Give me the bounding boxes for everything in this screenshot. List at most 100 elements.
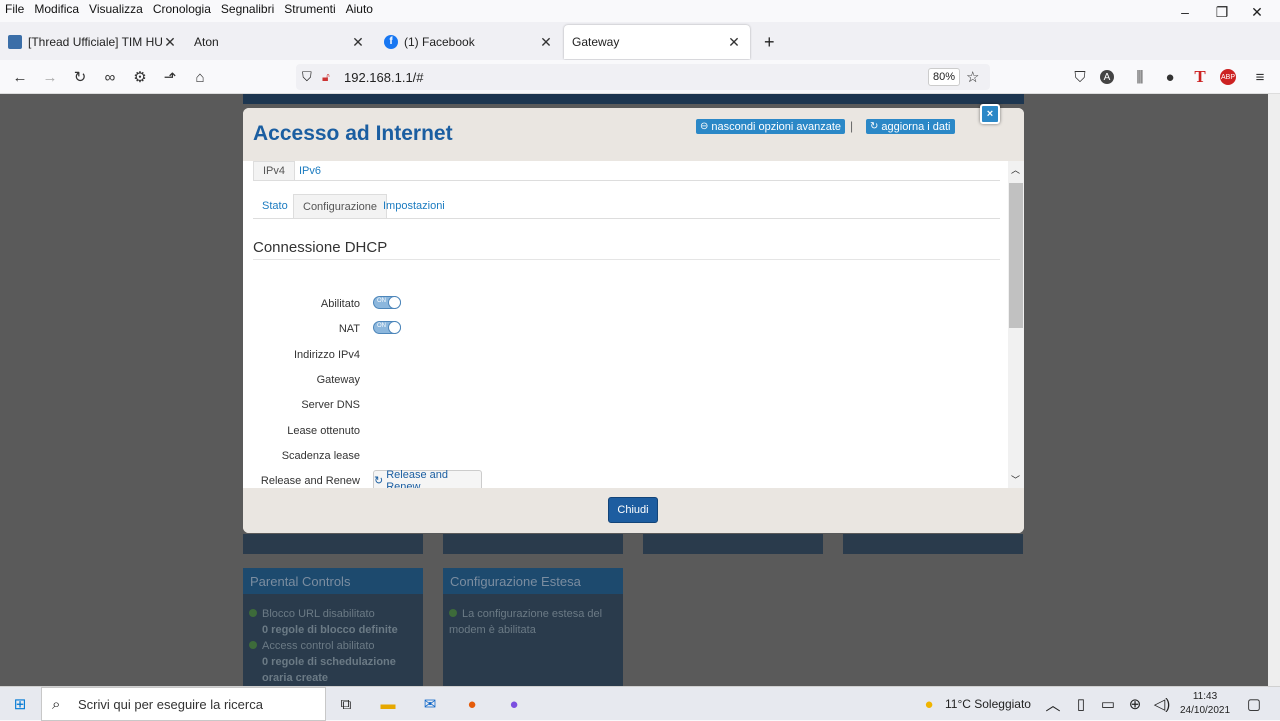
page-scrollbar[interactable] <box>1268 94 1280 686</box>
tab-title: [Thread Ufficiale] TIM HUB (DGA <box>28 35 162 49</box>
close-modal-button[interactable]: Chiudi <box>608 497 658 523</box>
file-explorer-icon[interactable]: ▬ <box>377 693 399 715</box>
tile-stub <box>843 534 1023 554</box>
url-bar[interactable]: ⛉ 🔓︎ 192.168.1.1/# 80% ☆ <box>296 64 990 90</box>
url-text[interactable]: 192.168.1.1/# <box>344 70 424 85</box>
insecure-lock-icon[interactable]: 🔓︎ <box>322 70 330 85</box>
home-icon[interactable]: ⌂ <box>190 67 210 87</box>
refresh-icon: ↻ <box>870 121 879 132</box>
notification-icon[interactable]: ▢ <box>1243 693 1265 715</box>
menu-strumenti[interactable]: Strumenti <box>279 2 340 16</box>
extension-icon[interactable]: ⬏ <box>160 67 180 87</box>
battery-icon[interactable]: ▭ <box>1097 693 1119 715</box>
separator: | <box>850 119 854 133</box>
hide-advanced-label: nascondi opzioni avanzate <box>711 120 842 133</box>
menu-bar: File Modifica Visualizza Cronologia Segn… <box>0 0 1280 18</box>
menu-visualizza[interactable]: Visualizza <box>84 2 148 16</box>
navigation-bar: ← → ↻ ∞ ⚙ ⬏ ⌂ ⛉ 🔓︎ 192.168.1.1/# 80% ☆ ⛉… <box>0 60 1280 94</box>
bookmark-star-icon[interactable]: ☆ <box>966 68 979 86</box>
search-icon: ⌕ <box>52 695 61 713</box>
zoom-indicator[interactable]: 80% <box>928 68 961 86</box>
tile-title: Parental Controls <box>243 568 423 594</box>
close-icon[interactable]: ✕ <box>726 34 742 51</box>
t-extension-icon[interactable]: T <box>1190 67 1210 87</box>
taskbar-search[interactable]: ⌕ Scrivi qui per eseguire la ricerca <box>41 687 326 721</box>
network-icon[interactable]: ⊕ <box>1124 693 1146 715</box>
chevron-up-icon[interactable]: ︿ <box>1042 693 1064 715</box>
menu-segnalibri[interactable]: Segnalibri <box>216 2 279 16</box>
task-view-icon[interactable]: ⧉ <box>335 693 357 715</box>
tab-aton[interactable]: Aton ✕ <box>186 25 374 59</box>
tab-stato[interactable]: Stato <box>253 194 297 218</box>
tab-ipv6[interactable]: IPv6 <box>290 161 330 180</box>
shield-icon[interactable]: ⛉ <box>302 69 312 85</box>
menu-aiuto[interactable]: Aiuto <box>341 2 378 16</box>
menu-cronologia[interactable]: Cronologia <box>148 2 216 16</box>
refresh-button[interactable]: ↻ aggiorna i dati <box>866 119 955 134</box>
new-tab-button[interactable]: + <box>756 25 780 59</box>
tab-ipv4[interactable]: IPv4 <box>253 161 296 180</box>
field-label-nat: NAT <box>338 323 360 335</box>
library-icon[interactable]: ⫼ <box>1130 67 1150 87</box>
scrollbar-thumb[interactable] <box>1009 183 1023 328</box>
device-icon[interactable]: ▯ <box>1070 693 1092 715</box>
tab-configurazione[interactable]: Configurazione <box>293 194 387 218</box>
scroll-up-icon[interactable]: ︿ <box>1011 163 1020 176</box>
windows-taskbar: ⊞ ⌕ Scrivi qui per eseguire la ricerca ⧉… <box>0 686 1280 721</box>
close-window-button[interactable]: ✕ <box>1234 0 1280 24</box>
menu-icon[interactable]: ≡ <box>1250 67 1270 87</box>
modal-close-icon[interactable]: × <box>980 104 1000 124</box>
field-label-ipv4: Indirizzo IPv4 <box>293 349 360 361</box>
clock[interactable]: 11:43 24/10/2021 <box>1180 690 1230 718</box>
mail-icon[interactable]: ✉ <box>419 693 441 715</box>
field-label-lease-obtained: Lease ottenuto <box>287 425 360 437</box>
sub-tabs: Stato Configurazione Impostazioni <box>253 194 1000 219</box>
weather-text[interactable]: 11°C Soleggiato <box>945 697 1031 711</box>
tile-body: La configurazione estesa del modem è abi… <box>449 606 617 638</box>
field-label-release-renew: Release and Renew <box>260 475 360 487</box>
forward-icon[interactable]: → <box>40 67 60 87</box>
nat-toggle[interactable]: ON <box>373 321 401 334</box>
scroll-down-icon[interactable]: ﹀ <box>1011 473 1020 486</box>
tile-stub <box>643 534 823 554</box>
mask-icon[interactable]: ∞ <box>100 67 120 87</box>
adblock-icon[interactable]: ABP <box>1220 69 1236 85</box>
windows-start-icon[interactable]: ⊞ <box>9 693 31 715</box>
tab-impostazioni[interactable]: Impostazioni <box>374 194 454 218</box>
tile-title: Configurazione Estesa <box>443 568 623 594</box>
tab-gateway[interactable]: Gateway ✕ <box>564 25 750 59</box>
tile-configurazione-estesa[interactable]: Configurazione Estesa La configurazione … <box>443 568 623 686</box>
search-placeholder: Scrivi qui per eseguire la ricerca <box>78 696 263 712</box>
back-icon[interactable]: ← <box>10 67 30 87</box>
menu-modifica[interactable]: Modifica <box>29 2 84 16</box>
tab-title: (1) Facebook <box>404 35 475 49</box>
tile-parental-controls[interactable]: Parental Controls Blocco URL disabilitat… <box>243 568 423 686</box>
settings-icon[interactable]: ⚙ <box>130 67 150 87</box>
tile-line: Blocco URL disabilitato <box>262 608 375 620</box>
release-renew-button[interactable]: ↻ Release and Renew <box>373 469 482 488</box>
close-icon[interactable]: ✕ <box>350 34 366 51</box>
clock-time: 11:43 <box>1192 691 1218 702</box>
synced-tabs-icon[interactable]: ● <box>1160 67 1180 87</box>
section-divider <box>253 259 1000 260</box>
firefox-icon[interactable]: ● <box>461 693 483 715</box>
reload-icon[interactable]: ↻ <box>70 67 90 87</box>
pocket-icon[interactable]: ⛉ <box>1070 67 1090 87</box>
toggle-state: ON <box>377 298 386 304</box>
tab-thread[interactable]: [Thread Ufficiale] TIM HUB (DGA ✕ <box>0 25 186 59</box>
modal-scrollbar[interactable]: ︿ ﹀ <box>1008 161 1024 488</box>
minus-circle-icon: ⊖ <box>700 121 709 132</box>
page-content: Parental Controls Blocco URL disabilitat… <box>0 94 1280 686</box>
menu-file[interactable]: File <box>0 2 29 16</box>
enabled-toggle[interactable]: ON <box>373 296 401 309</box>
close-icon[interactable]: ✕ <box>538 34 554 51</box>
account-icon[interactable]: A <box>1100 70 1114 84</box>
tab-title: Aton <box>194 35 219 49</box>
refresh-label: aggiorna i dati <box>881 120 951 133</box>
tab-facebook[interactable]: f (1) Facebook ✕ <box>376 25 562 59</box>
hide-advanced-button[interactable]: ⊖ nascondi opzioni avanzate <box>696 119 846 134</box>
close-icon[interactable]: ✕ <box>162 34 178 51</box>
tile-line: 0 regole di blocco definite <box>262 624 398 636</box>
firefox-nightly-icon[interactable]: ● <box>503 693 525 715</box>
volume-icon[interactable]: ◁) <box>1151 693 1173 715</box>
